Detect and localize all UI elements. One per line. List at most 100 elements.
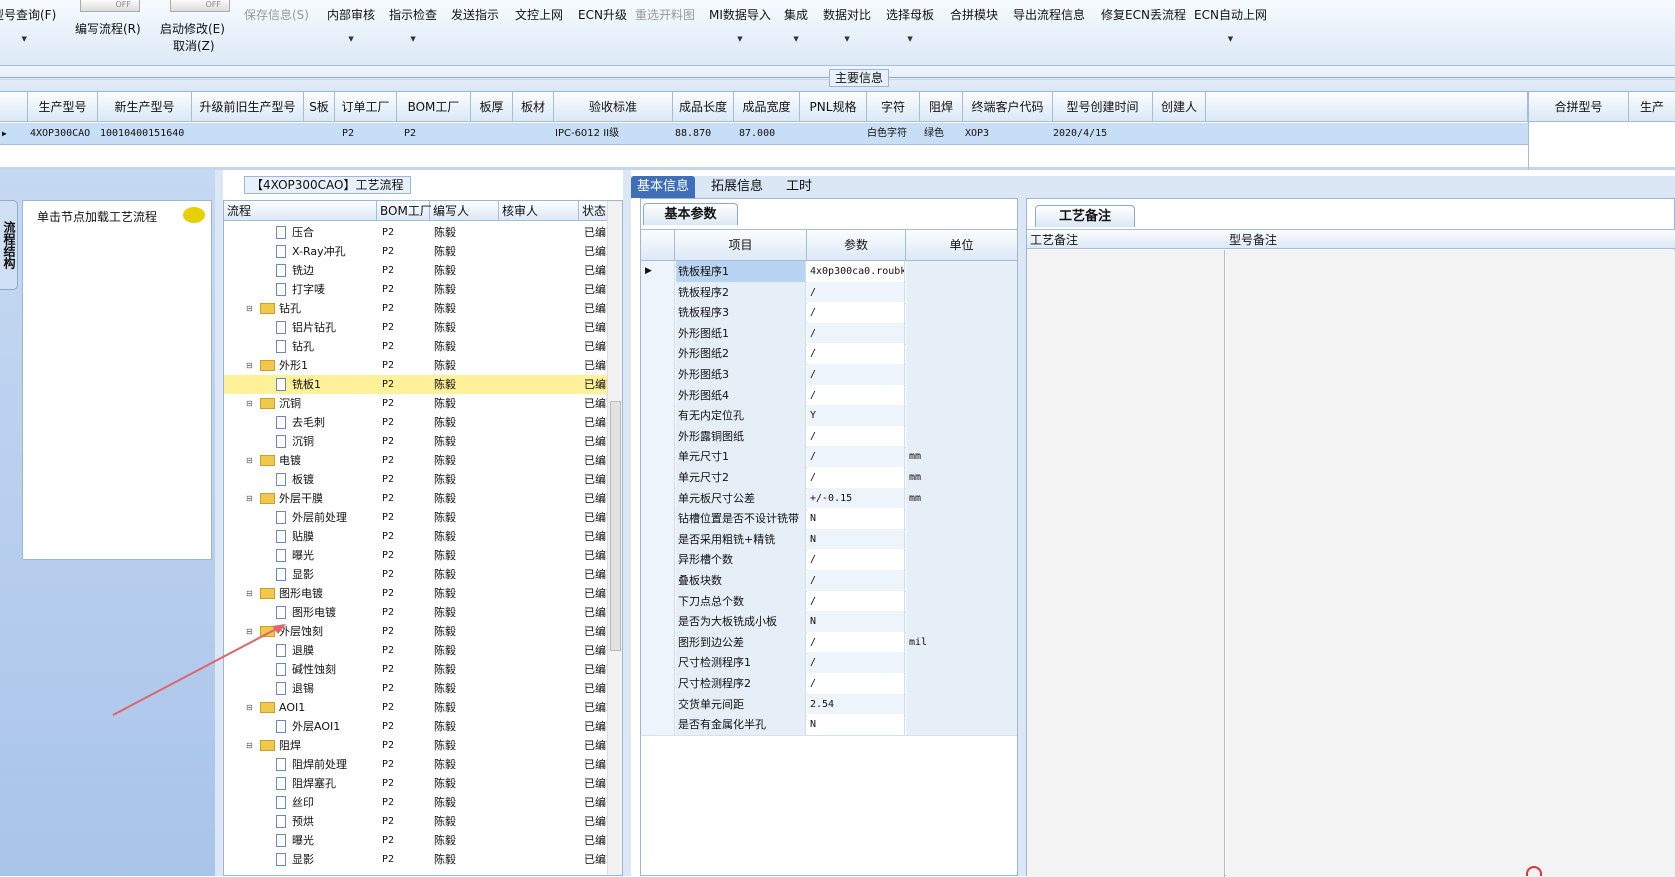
col-header[interactable]: 升级前旧生产型号 [192,92,304,122]
tree-node[interactable]: 压合 [276,223,314,242]
tree-node[interactable]: 阻焊塞孔 [276,774,336,793]
reselect-cutting-button[interactable]: 重选开料图 [635,6,695,23]
cancel-button[interactable]: 取消(Z) [173,37,215,54]
col-header[interactable]: 生产型号 [28,92,98,122]
tree-row[interactable]: 压合P2陈毅已编写 [224,223,610,242]
col-header[interactable]: BOM工厂 [397,92,471,122]
tree-node[interactable]: 外层前处理 [276,508,347,527]
param-unit[interactable] [906,693,1017,715]
param-value[interactable]: N [807,611,905,633]
start-edit-button[interactable]: 启动修改(E) [160,20,225,37]
export-flow-button[interactable]: 导出流程信息 [1013,6,1085,23]
param-value[interactable]: / [807,631,905,653]
tree-node[interactable]: 铣边 [276,261,314,280]
param-item[interactable]: 是否为大板铣成小板 [676,611,806,633]
tree-row[interactable]: 碱性蚀刻P2陈毅已编写 [224,660,610,679]
tree-row[interactable]: 去毛刺P2陈毅已编写 [224,413,610,432]
tree-row[interactable]: ⊟图形电镀P2陈毅已编写 [224,584,610,603]
tree-row[interactable]: 退膜P2陈毅已编写 [224,641,610,660]
param-row[interactable]: 图形到边公差 / mil [641,631,1017,654]
tree-row[interactable]: ⊟电镀P2陈毅已编写 [224,451,610,470]
param-unit[interactable] [906,384,1017,406]
internal-review-button[interactable]: 内部审核 ▼ [327,6,375,43]
param-item[interactable]: 铣板程序1 [676,261,806,282]
param-unit[interactable] [906,261,1017,282]
collapse-icon[interactable]: ⊟ [246,698,253,717]
param-row[interactable]: 有无内定位孔 Y [641,405,1017,428]
collapse-icon[interactable]: ⊟ [246,622,253,641]
param-item[interactable]: 是否有金属化半孔 [676,714,806,736]
collapse-icon[interactable]: ⊟ [246,584,253,603]
splitter[interactable] [623,170,631,876]
param-row[interactable]: 单元板尺寸公差 +/-0.15 mm [641,487,1017,510]
param-value[interactable]: Y [807,405,905,427]
param-value[interactable]: / [807,467,905,488]
tree-node[interactable]: 板镀 [276,470,314,489]
col-header[interactable]: 创建人 [1153,92,1206,122]
tree-row[interactable]: 显影P2陈毅已编写 [224,565,610,584]
param-value[interactable]: / [807,570,905,591]
tree-row[interactable]: 图形电镀P2陈毅已编写 [224,603,610,622]
table-cell[interactable]: P2 [402,123,471,145]
param-value[interactable]: 4x0p300ca0.roubk [807,261,905,282]
param-value[interactable]: 2.54 [807,693,905,715]
tree-node[interactable]: X-Ray冲孔 [276,242,346,261]
tree-row[interactable]: X-Ray冲孔P2陈毅已编写 [224,242,610,261]
param-unit[interactable] [906,611,1017,633]
tree-node[interactable]: 阻焊 [260,736,301,755]
table-cell[interactable]: 绿色 [922,123,963,145]
param-value[interactable]: / [807,302,905,324]
param-row[interactable]: 铣板程序2/ [641,281,1017,304]
tree-row[interactable]: ⊟沉铜P2陈毅已编写 [224,394,610,413]
param-value[interactable]: / [807,590,905,612]
param-value[interactable]: / [807,343,905,365]
param-row[interactable]: 外形图纸2/ [641,343,1017,366]
param-row[interactable]: 尺寸检测程序1/ [641,652,1017,675]
param-row[interactable]: 尺寸检测程序2/ [641,673,1017,695]
param-item[interactable]: 叠板块数 [676,570,806,591]
tree-node[interactable]: 曝光 [276,546,314,565]
integrate-button[interactable]: 集成 ▼ [784,6,808,43]
flow-structure-tab[interactable]: 流程结构 [0,200,18,290]
splitter[interactable] [1018,198,1026,876]
process-notes-tab[interactable]: 工艺备注 [1035,205,1135,227]
tree-row[interactable]: 板镀P2陈毅已编写 [224,470,610,489]
param-row[interactable]: 外形图纸3/ [641,364,1017,386]
doc-online-button[interactable]: 文控上网 [515,6,563,23]
col-header[interactable]: 核审人 [499,201,579,221]
col-header[interactable]: 状态 [579,201,609,221]
tree-node[interactable]: 去毛刺 [276,413,325,432]
param-row[interactable]: 铣板程序3/ [641,302,1017,325]
table-cell[interactable]: IPC-6012 II级 [553,123,673,145]
tab-work-hours[interactable]: 工时 [780,176,818,198]
table-cell[interactable]: 4XOP300CAO [28,123,98,145]
tree-row[interactable]: 退锡P2陈毅已编写 [224,679,610,698]
col-header[interactable]: 流程 [224,201,377,221]
collapse-icon[interactable]: ⊟ [246,489,253,508]
param-unit[interactable] [906,364,1017,385]
param-unit[interactable] [906,322,1017,344]
tree-node[interactable]: 外层蚀刻 [260,622,323,641]
tree-node[interactable]: 碱性蚀刻 [276,660,336,679]
ecn-auto-online-button[interactable]: ECN自动上网 ▼ [1194,6,1267,43]
param-value[interactable]: / [807,384,905,406]
param-item[interactable]: 有无内定位孔 [676,405,806,427]
tree-node[interactable]: 贴膜 [276,527,314,546]
param-row[interactable]: 是否为大板铣成小板 N [641,611,1017,634]
param-value[interactable]: / [807,446,905,468]
tab-extended-info[interactable]: 拓展信息 [705,176,769,198]
param-item[interactable]: 外形图纸3 [676,364,806,385]
col-header[interactable]: 验收标准 [554,92,673,122]
param-value[interactable]: / [807,673,905,694]
collapse-icon[interactable]: ⊟ [246,451,253,470]
tree-row[interactable]: 外层前处理P2陈毅已编写 [224,508,610,527]
tree-node[interactable]: 沉铜 [276,432,314,451]
param-item[interactable]: 图形到边公差 [676,631,806,653]
tree-node[interactable]: 退膜 [276,641,314,660]
param-unit[interactable]: mil [906,631,1017,653]
param-row[interactable]: 叠板块数 / [641,570,1017,592]
tree-node[interactable]: 显影 [276,565,314,584]
tree-node[interactable]: AOI1 [260,698,305,717]
table-row[interactable]: ▶ 4XOP300CAO 10010400151640 P2 P2 IPC-60… [0,123,1528,145]
param-value[interactable]: N [807,508,905,530]
